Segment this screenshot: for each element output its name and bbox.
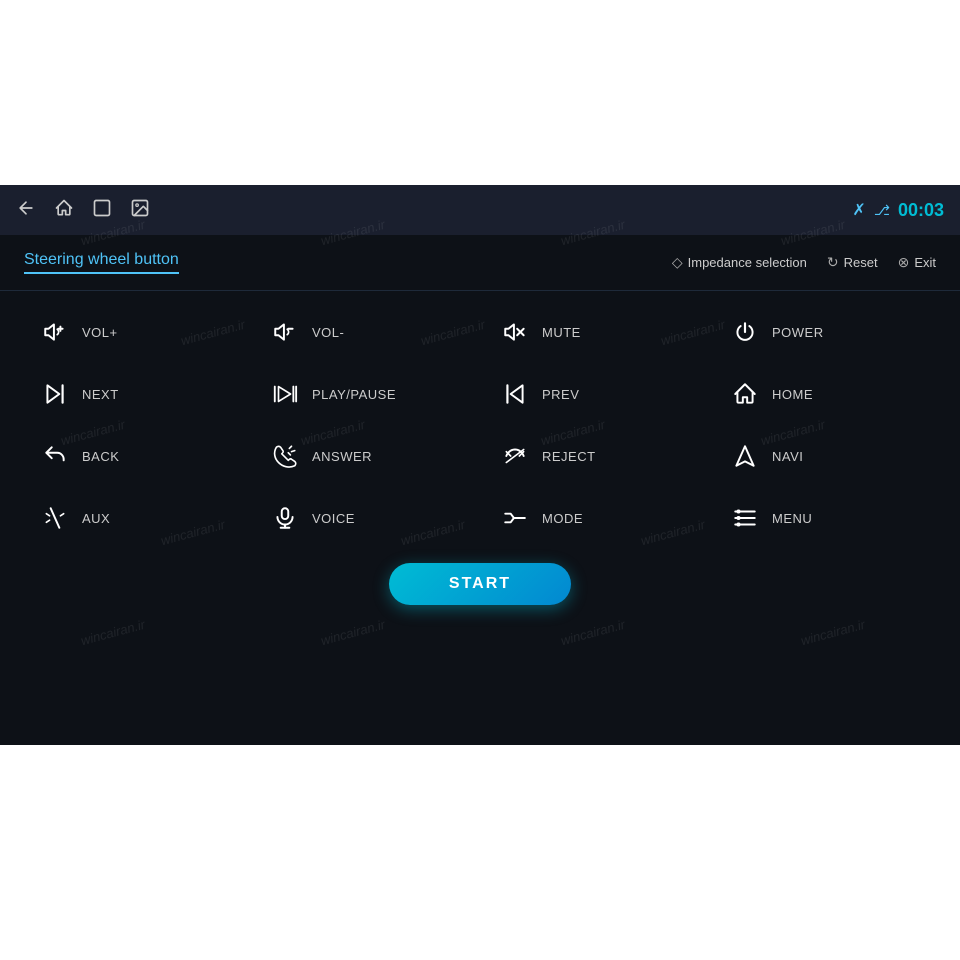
- voice-cell[interactable]: VOICE: [250, 487, 480, 549]
- mute-label: MUTE: [542, 325, 581, 340]
- answer-cell[interactable]: ANSWER: [250, 425, 480, 487]
- nav-icons-left: [16, 198, 150, 223]
- vol-plus-icon: [40, 319, 70, 345]
- image-nav-icon[interactable]: [130, 198, 150, 223]
- vol-plus-cell[interactable]: VOL+: [20, 301, 250, 363]
- reset-label: Reset: [844, 255, 878, 270]
- back-cell[interactable]: BACK: [20, 425, 250, 487]
- answer-icon: [270, 443, 300, 469]
- play-pause-cell[interactable]: PLAY/PAUSE: [250, 363, 480, 425]
- top-navigation-bar: ✗ ⎇ 00:03: [0, 185, 960, 235]
- exit-icon: ⊗: [898, 254, 910, 271]
- home-cell[interactable]: HOME: [710, 363, 940, 425]
- header-area: Steering wheel button ◇ Impedance select…: [0, 235, 960, 291]
- power-cell[interactable]: POWER: [710, 301, 940, 363]
- prev-icon: [500, 381, 530, 407]
- impedance-selection-action[interactable]: ◇ Impedance selection: [672, 254, 807, 271]
- vol-plus-label: VOL+: [82, 325, 118, 340]
- main-content: VOL+ VOL-: [0, 291, 960, 623]
- start-button-wrap: START: [20, 549, 940, 613]
- voice-label: VOICE: [312, 511, 355, 526]
- mute-icon: [500, 319, 530, 345]
- title-underline: [24, 272, 179, 274]
- vol-minus-label: VOL-: [312, 325, 344, 340]
- start-button[interactable]: START: [389, 563, 571, 605]
- window-nav-icon[interactable]: [92, 198, 112, 223]
- mode-icon: [500, 505, 530, 531]
- menu-icon: [730, 505, 760, 531]
- mode-label: MODE: [542, 511, 583, 526]
- bluetooth-icon: ✗: [852, 200, 865, 220]
- play-pause-label: PLAY/PAUSE: [312, 387, 396, 402]
- reject-icon: [500, 443, 530, 469]
- timer-display: 00:03: [898, 200, 944, 221]
- nav-icons-right: ✗ ⎇ 00:03: [852, 200, 944, 221]
- reset-action[interactable]: ↻ Reset: [827, 254, 878, 271]
- home-nav-icon[interactable]: [54, 198, 74, 223]
- exit-label: Exit: [914, 255, 936, 270]
- menu-cell[interactable]: MENU: [710, 487, 940, 549]
- back-arrow-icon[interactable]: [16, 198, 36, 223]
- next-icon: [40, 381, 70, 407]
- voice-icon: [270, 505, 300, 531]
- answer-label: ANSWER: [312, 449, 372, 464]
- back-icon: [40, 443, 70, 469]
- shield-icon: ◇: [672, 254, 683, 271]
- prev-label: PREV: [542, 387, 579, 402]
- navi-label: NAVI: [772, 449, 803, 464]
- white-bottom-space: [0, 745, 960, 960]
- vol-minus-icon: [270, 319, 300, 345]
- power-label: POWER: [772, 325, 824, 340]
- home-label: HOME: [772, 387, 813, 402]
- exit-action[interactable]: ⊗ Exit: [898, 254, 936, 271]
- mode-cell[interactable]: MODE: [480, 487, 710, 549]
- bluetooth-symbol: ⎇: [874, 202, 890, 219]
- reset-icon: ↻: [827, 254, 839, 271]
- aux-label: AUX: [82, 511, 110, 526]
- home-btn-icon: [730, 381, 760, 407]
- impedance-label: Impedance selection: [688, 255, 807, 270]
- header-actions: ◇ Impedance selection ↻ Reset ⊗ Exit: [672, 254, 936, 271]
- aux-cell[interactable]: AUX: [20, 487, 250, 549]
- white-top-space: [0, 0, 960, 185]
- next-cell[interactable]: NEXT: [20, 363, 250, 425]
- aux-icon: [40, 505, 70, 531]
- power-icon: [730, 319, 760, 345]
- navi-cell[interactable]: NAVI: [710, 425, 940, 487]
- play-pause-icon: [270, 381, 300, 407]
- mute-cell[interactable]: MUTE: [480, 301, 710, 363]
- next-label: NEXT: [82, 387, 119, 402]
- navi-icon: [730, 443, 760, 469]
- reject-cell[interactable]: REJECT: [480, 425, 710, 487]
- reject-label: REJECT: [542, 449, 596, 464]
- button-grid: VOL+ VOL-: [20, 301, 940, 549]
- prev-cell[interactable]: PREV: [480, 363, 710, 425]
- menu-label: MENU: [772, 511, 812, 526]
- vol-minus-cell[interactable]: VOL-: [250, 301, 480, 363]
- page-title-wrap: Steering wheel button: [24, 251, 179, 274]
- page-title: Steering wheel button: [24, 251, 179, 269]
- app-container: wincairan.ir wincairan.ir wincairan.ir w…: [0, 185, 960, 745]
- back-label: BACK: [82, 449, 119, 464]
